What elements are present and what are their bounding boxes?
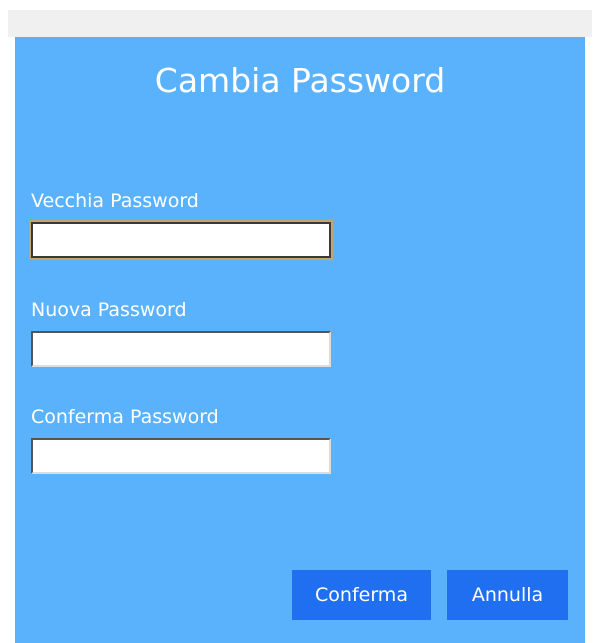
top-bar	[8, 10, 592, 37]
new-password-input[interactable]	[31, 331, 331, 367]
confirm-button[interactable]: Conferma	[292, 570, 431, 620]
old-password-label: Vecchia Password	[31, 190, 199, 212]
change-password-dialog: Cambia Password Vecchia Password Nuova P…	[15, 37, 585, 643]
old-password-input[interactable]	[31, 222, 331, 258]
dialog-title: Cambia Password	[154, 61, 446, 100]
new-password-label: Nuova Password	[31, 299, 187, 321]
confirm-password-input[interactable]	[31, 438, 331, 474]
page: Cambia Password Vecchia Password Nuova P…	[0, 0, 601, 643]
cancel-button[interactable]: Annulla	[447, 570, 568, 620]
confirm-password-label: Conferma Password	[31, 406, 219, 428]
